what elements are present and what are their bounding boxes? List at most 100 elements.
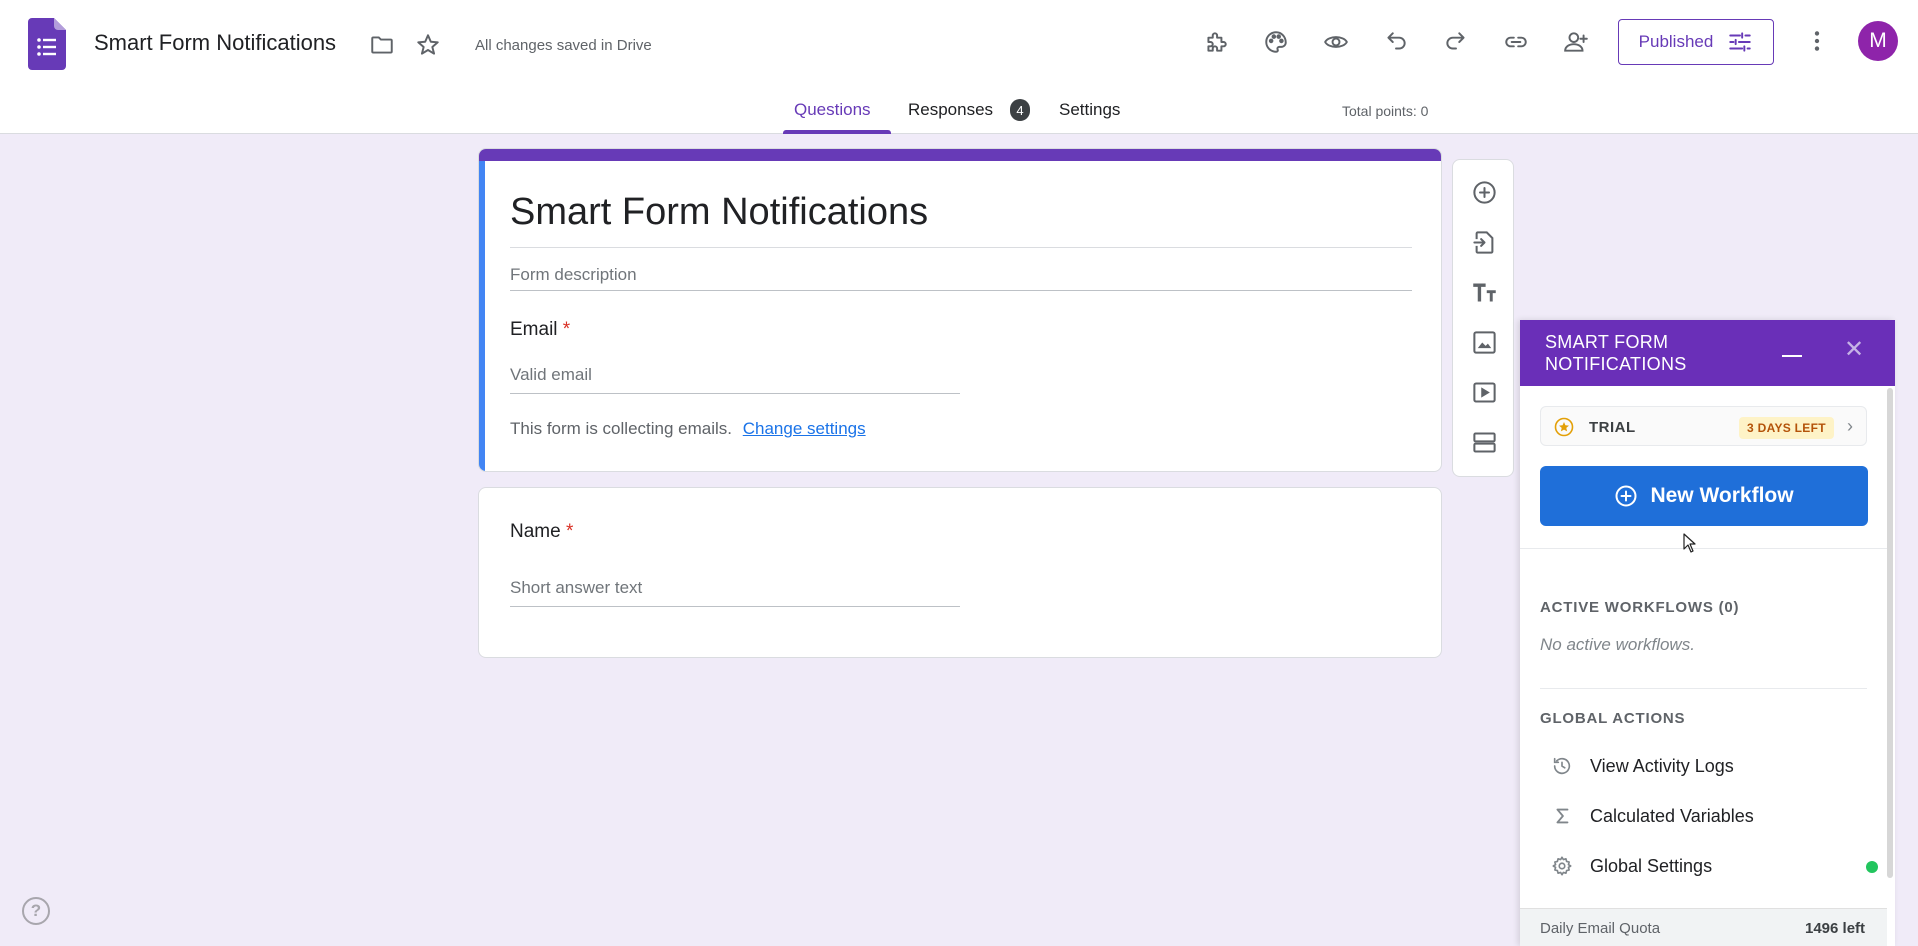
star-button[interactable] <box>408 25 448 65</box>
change-settings-link[interactable]: Change settings <box>743 419 866 438</box>
question-toolbar <box>1452 159 1514 477</box>
tab-questions[interactable]: Questions <box>794 100 871 120</box>
collecting-emails-notice: This form is collecting emails. Change s… <box>510 419 866 439</box>
trial-label: TRIAL <box>1589 419 1636 436</box>
copy-link-button[interactable] <box>1496 22 1536 62</box>
action-label: View Activity Logs <box>1590 756 1734 776</box>
import-questions-button[interactable] <box>1464 222 1504 262</box>
quota-value: 1496 left <box>1805 920 1866 937</box>
person-add-icon <box>1564 32 1588 52</box>
trial-status-row[interactable]: TRIAL 3 DAYS LEFT › <box>1540 406 1867 446</box>
name-answer-placeholder: Short answer text <box>510 578 643 597</box>
eye-icon <box>1324 36 1348 48</box>
close-icon[interactable]: ✕ <box>1842 338 1866 362</box>
add-question-icon <box>1472 180 1496 204</box>
panel-divider <box>1540 688 1867 689</box>
collecting-emails-text: This form is collecting emails. <box>510 419 733 438</box>
required-mark: * <box>565 521 574 542</box>
form-description-input[interactable]: Form description <box>510 265 637 285</box>
published-label: Published <box>1638 32 1714 51</box>
email-answer-placeholder: Valid email <box>510 365 592 384</box>
header-toolbar: Smart Form Notifications All changes sav… <box>0 0 1918 90</box>
add-question-button[interactable] <box>1464 172 1504 212</box>
add-image-button[interactable] <box>1464 322 1504 362</box>
panel-scrollbar[interactable] <box>1887 388 1893 878</box>
undo-button[interactable] <box>1376 22 1416 62</box>
add-video-button[interactable] <box>1464 372 1504 412</box>
settings-status-dot <box>1866 861 1878 873</box>
form-tabs: Questions Responses 4 Settings Total poi… <box>0 90 1918 134</box>
email-quota-row: Daily Email Quota 1496 left <box>1520 908 1887 946</box>
new-workflow-button[interactable]: New Workflow <box>1540 466 1868 526</box>
active-workflows-heading: ACTIVE WORKFLOWS (0) <box>1540 599 1740 616</box>
tab-responses[interactable]: Responses <box>908 100 993 120</box>
add-section-button[interactable] <box>1464 422 1504 462</box>
required-mark: * <box>562 319 571 340</box>
new-workflow-label: New Workflow <box>1650 484 1794 507</box>
add-collaborators-button[interactable] <box>1556 22 1596 62</box>
import-questions-icon <box>1472 230 1493 254</box>
customize-theme-button[interactable] <box>1256 22 1296 62</box>
preview-button[interactable] <box>1316 22 1356 62</box>
add-title-icon <box>1472 283 1496 301</box>
description-underline <box>510 290 1412 291</box>
minimize-icon[interactable] <box>1782 355 1802 357</box>
title-card-accent-bar <box>479 149 1441 161</box>
undo-icon <box>1387 32 1406 50</box>
email-question-text: Email <box>510 319 558 340</box>
account-avatar[interactable]: M <box>1858 21 1898 61</box>
view-activity-logs-action[interactable]: View Activity Logs <box>1540 746 1870 786</box>
email-question-label: Email * <box>510 319 570 341</box>
total-points: Total points: 0 <box>1342 103 1429 119</box>
calculated-variables-action[interactable]: Calculated Variables <box>1540 796 1870 836</box>
folder-icon <box>371 36 393 54</box>
global-actions-heading: GLOBAL ACTIONS <box>1540 710 1686 727</box>
add-title-button[interactable] <box>1464 272 1504 312</box>
add-video-icon <box>1472 381 1496 403</box>
help-icon[interactable]: ? <box>22 897 50 925</box>
published-button[interactable]: Published <box>1618 19 1774 65</box>
email-answer-underline <box>510 393 960 394</box>
star-icon <box>417 34 439 55</box>
sigma-icon <box>1550 804 1574 828</box>
title-underline <box>510 247 1412 248</box>
add-image-icon <box>1472 330 1496 354</box>
history-icon <box>1550 754 1574 778</box>
document-title[interactable]: Smart Form Notifications <box>94 30 336 56</box>
mouse-cursor-icon <box>1683 533 1696 553</box>
tune-icon <box>1729 32 1752 52</box>
action-label: Calculated Variables <box>1590 806 1754 826</box>
name-answer-underline <box>510 606 960 607</box>
move-to-folder-button[interactable] <box>362 25 402 65</box>
more-options-button[interactable] <box>1797 21 1837 61</box>
active-tab-indicator <box>783 130 891 134</box>
name-question-card[interactable]: Name * Short answer text <box>478 487 1442 658</box>
panel-title: SMART FORM NOTIFICATIONS <box>1545 332 1687 374</box>
form-title[interactable]: Smart Form Notifications <box>510 191 928 234</box>
redo-button[interactable] <box>1436 22 1476 62</box>
no-workflows-text: No active workflows. <box>1540 635 1695 654</box>
responses-count-badge: 4 <box>1010 99 1030 121</box>
star-badge-icon <box>1554 417 1574 437</box>
action-label: Global Settings <box>1590 856 1713 876</box>
add-ons-button[interactable] <box>1196 22 1236 62</box>
quota-label: Daily Email Quota <box>1540 920 1661 937</box>
form-title-card[interactable]: Smart Form Notifications Form descriptio… <box>478 148 1442 472</box>
palette-icon <box>1265 31 1287 53</box>
redo-icon <box>1446 32 1465 50</box>
chevron-right-icon: › <box>1847 416 1853 436</box>
panel-header: SMART FORM NOTIFICATIONS ✕ <box>1520 320 1895 386</box>
gear-icon <box>1550 854 1574 878</box>
add-circle-icon <box>1615 485 1637 507</box>
global-settings-action[interactable]: Global Settings <box>1540 846 1878 886</box>
panel-divider <box>1520 548 1887 549</box>
google-forms-logo-icon[interactable] <box>28 18 66 70</box>
more-vert-icon <box>1814 31 1820 51</box>
trial-days-left-badge: 3 DAYS LEFT <box>1739 417 1834 439</box>
saved-status: All changes saved in Drive <box>475 37 652 54</box>
name-question-text: Name <box>510 521 561 542</box>
tab-settings[interactable]: Settings <box>1059 100 1120 120</box>
puzzle-icon <box>1207 32 1227 52</box>
selected-card-indicator <box>479 161 485 471</box>
smart-form-notifications-panel: SMART FORM NOTIFICATIONS ✕ TRIAL 3 DAYS … <box>1520 320 1895 946</box>
